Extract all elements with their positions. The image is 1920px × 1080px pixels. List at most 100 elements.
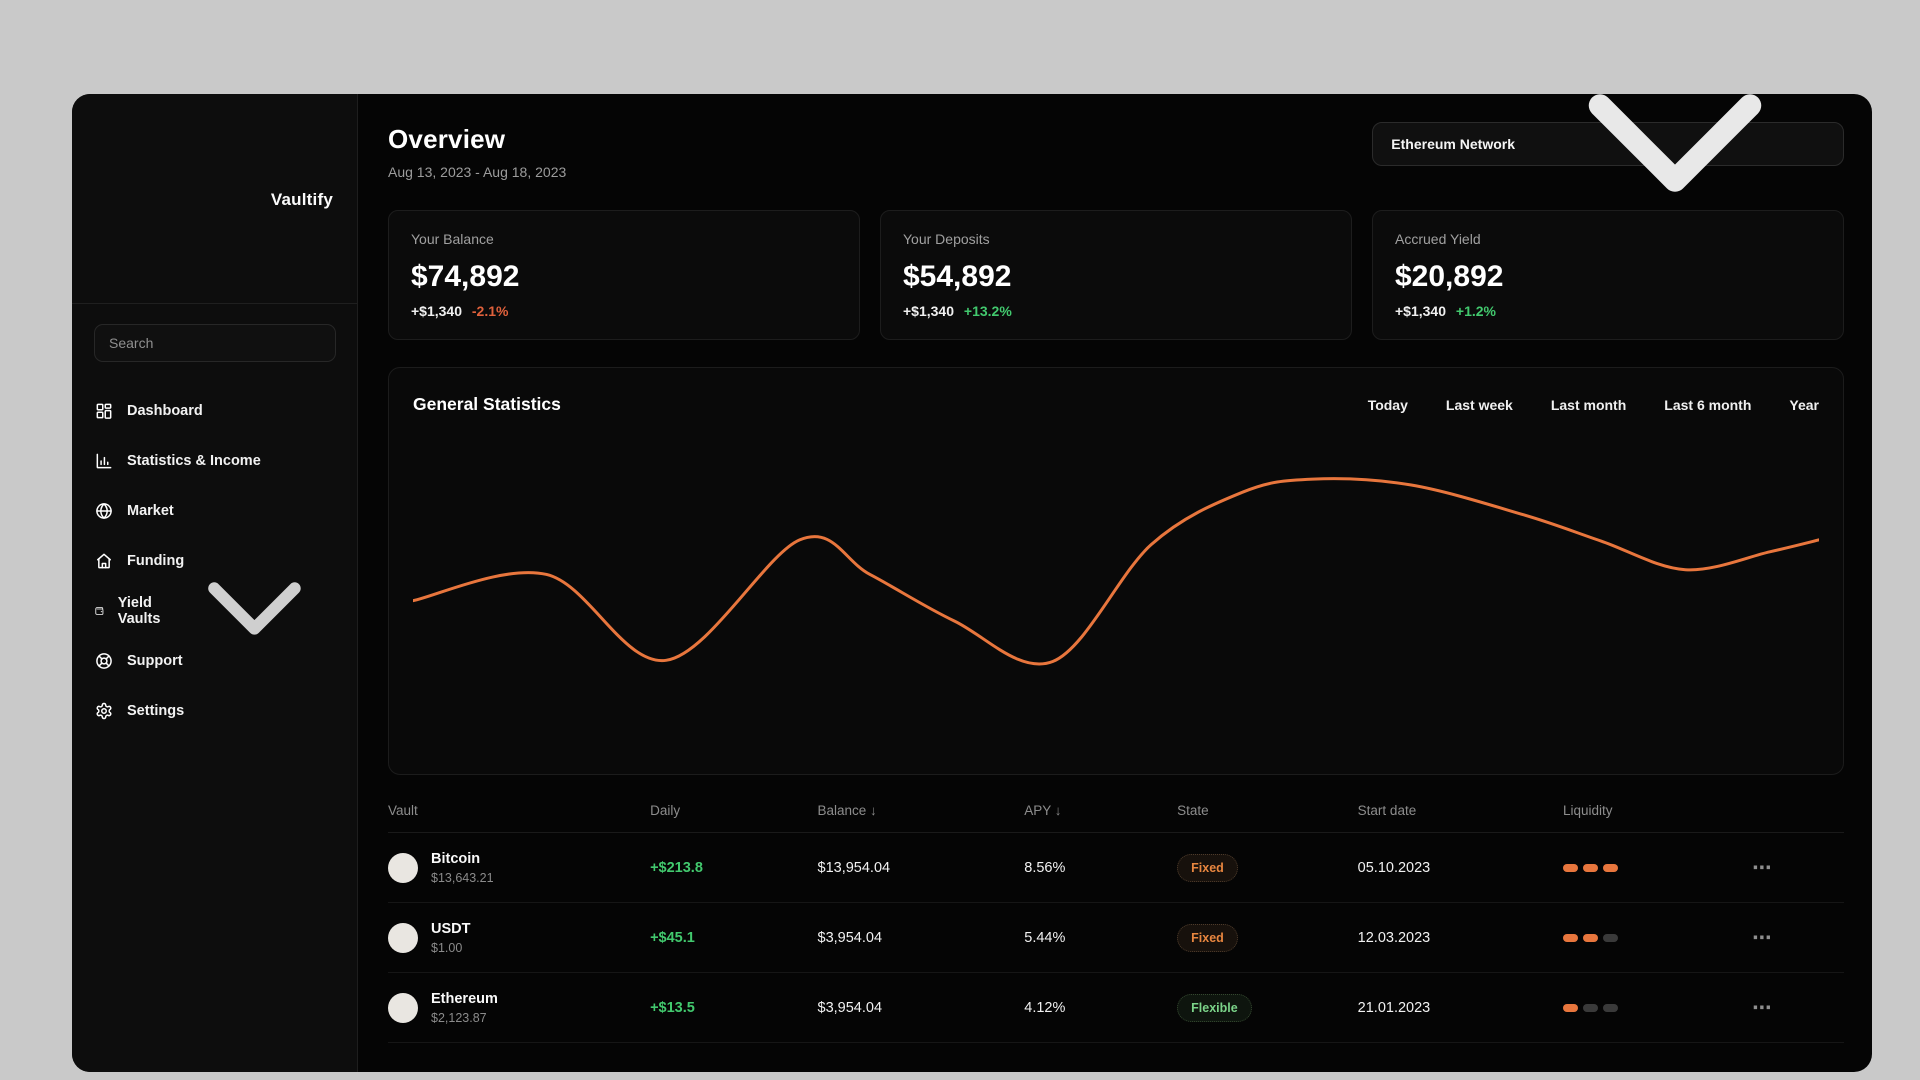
liquidity-dash-inactive [1582, 1003, 1598, 1012]
filter-last-month[interactable]: Last month [1551, 397, 1626, 413]
row-menu-button[interactable]: ⋯ [1752, 857, 1844, 879]
sidebar-item-label: Market [127, 502, 174, 519]
home-icon [94, 551, 114, 571]
state-badge: Flexible [1177, 993, 1252, 1022]
row-menu-button[interactable]: ⋯ [1752, 997, 1844, 1019]
liquidity-dash-active [1562, 933, 1578, 942]
column-header-balance[interactable]: Balance ↓ [818, 803, 1025, 818]
daily-change: +$45.1 [650, 929, 695, 946]
sidebar-item-label: Settings [127, 702, 185, 719]
wallet-icon [96, 116, 259, 284]
sidebar-item-yield-vaults[interactable]: Yield Vaults [72, 582, 357, 636]
sidebar-item-label: Dashboard [127, 402, 203, 419]
line-chart [413, 429, 1819, 739]
liquidity-indicator [1562, 933, 1752, 942]
card-label: Your Balance [411, 231, 494, 247]
app-window: Vaultify Dashboard Statistics & Income Mar… [72, 94, 1872, 1072]
balance-value: $3,954.04 [817, 929, 883, 946]
sidebar-item-statistics-income[interactable]: Statistics & Income [72, 436, 357, 486]
search-input[interactable] [94, 323, 336, 362]
column-header-liquidity: Liquidity [1562, 803, 1613, 818]
card-label: Your Deposits [903, 231, 990, 247]
column-header-state: State [1177, 803, 1209, 818]
balance-value: $13,954.04 [817, 859, 891, 876]
time-filters: Today Last week Last month Last 6 month Year [1368, 397, 1819, 413]
liquidity-dash-active [1602, 863, 1618, 872]
main-content: Overview Aug 13, 2023 - Aug 18, 2023 Eth… [358, 94, 1872, 1072]
filter-today[interactable]: Today [1368, 397, 1408, 413]
vault-row-usdt[interactable]: USDT $1.00 +$45.1 $3,954.04 5.44% Fixed 12.03… [388, 903, 1844, 973]
life-buoy-icon [94, 651, 114, 671]
table-header-row: Vault Daily Balance ↓ APY ↓ State Start date L… [388, 789, 1844, 833]
liquidity-dash-active [1562, 863, 1578, 872]
dashboard-grid-icon [94, 401, 114, 421]
bar-chart-icon [94, 451, 114, 471]
column-header-start-date: Start date [1357, 803, 1417, 818]
sidebar-item-label: Support [127, 652, 183, 669]
chart-line-series [413, 479, 1819, 664]
card-delta-percent: +13.2% [963, 303, 1012, 319]
sidebar-item-label: Yield Vaults [117, 594, 161, 627]
liquidity-dash-inactive [1602, 1003, 1618, 1012]
general-statistics-panel: General Statistics Today Last week Last mo… [388, 367, 1844, 775]
filter-last-week[interactable]: Last week [1446, 397, 1513, 413]
filter-last-6-month[interactable]: Last 6 month [1664, 397, 1751, 413]
sidebar-item-support[interactable]: Support [72, 636, 357, 686]
column-header-daily: Daily [650, 803, 681, 818]
app-logo: Vaultify [72, 94, 357, 304]
card-delta: +$1,340 [411, 303, 462, 319]
daily-change: +$13.5 [650, 999, 695, 1016]
liquidity-dash-active [1562, 1003, 1578, 1012]
liquidity-dash-active [1582, 933, 1598, 942]
wallet-icon [94, 601, 105, 621]
vault-avatar [388, 852, 418, 883]
vaults-table: Vault Daily Balance ↓ APY ↓ State Start date L… [388, 789, 1844, 1043]
panel-title: General Statistics [413, 394, 561, 414]
network-selector-button[interactable]: Ethereum Network [1372, 94, 1844, 192]
start-date: 12.03.2023 [1357, 929, 1431, 946]
sidebar-item-label: Statistics & Income [127, 452, 261, 469]
column-header-vault: Vault [388, 803, 418, 818]
vault-price: $13,643.21 [431, 870, 494, 885]
row-menu-button[interactable]: ⋯ [1752, 927, 1844, 949]
state-badge: Fixed [1177, 853, 1238, 882]
vault-name: USDT [431, 920, 471, 937]
vault-row-ethereum[interactable]: Ethereum $2,123.87 +$13.5 $3,954.04 4.12% Fl… [388, 973, 1844, 1043]
vault-avatar [388, 992, 418, 1023]
stat-card-your-deposits: Your Deposits $54,892 +$1,340 +13.2% [880, 210, 1352, 340]
liquidity-dash-inactive [1602, 933, 1618, 942]
stat-card-your-balance: Your Balance $74,892 +$1,340 -2.1% [388, 210, 860, 340]
vault-price: $2,123.87 [431, 1010, 487, 1025]
sidebar-item-settings[interactable]: Settings [72, 686, 357, 736]
network-selector-label: Ethereum Network [1391, 136, 1515, 152]
apy-value: 4.12% [1024, 999, 1066, 1016]
start-date: 21.01.2023 [1357, 999, 1431, 1016]
card-delta-percent: -2.1% [471, 303, 509, 319]
card-delta: +$1,340 [1395, 303, 1446, 319]
state-badge: Fixed [1177, 923, 1238, 952]
column-header-apy[interactable]: APY ↓ [1024, 803, 1177, 818]
card-value: $54,892 [903, 260, 1012, 293]
filter-year[interactable]: Year [1789, 397, 1819, 413]
card-delta: +$1,340 [903, 303, 954, 319]
liquidity-dash-active [1582, 863, 1598, 872]
liquidity-indicator [1562, 863, 1752, 872]
apy-value: 5.44% [1024, 929, 1066, 946]
vault-name: Ethereum [431, 990, 498, 1007]
sidebar-nav: Dashboard Statistics & Income Market Fundin… [72, 386, 357, 736]
vault-name: Bitcoin [431, 850, 481, 867]
vault-price: $1.00 [431, 940, 463, 955]
card-delta-percent: +1.2% [1455, 303, 1496, 319]
liquidity-indicator [1562, 1003, 1752, 1012]
sidebar-item-dashboard[interactable]: Dashboard [72, 386, 357, 436]
chevron-down-icon [1525, 94, 1825, 296]
vault-row-bitcoin[interactable]: Bitcoin $13,643.21 +$213.8 $13,954.04 8.56%… [388, 833, 1844, 903]
daily-change: +$213.8 [650, 859, 703, 876]
app-title: Vaultify [270, 189, 333, 209]
gear-icon [94, 701, 114, 721]
start-date: 05.10.2023 [1357, 859, 1431, 876]
apy-value: 8.56% [1024, 859, 1066, 876]
card-value: $74,892 [411, 260, 520, 293]
table-body: Bitcoin $13,643.21 +$213.8 $13,954.04 8.56%… [388, 833, 1844, 1043]
vault-avatar [388, 922, 418, 953]
